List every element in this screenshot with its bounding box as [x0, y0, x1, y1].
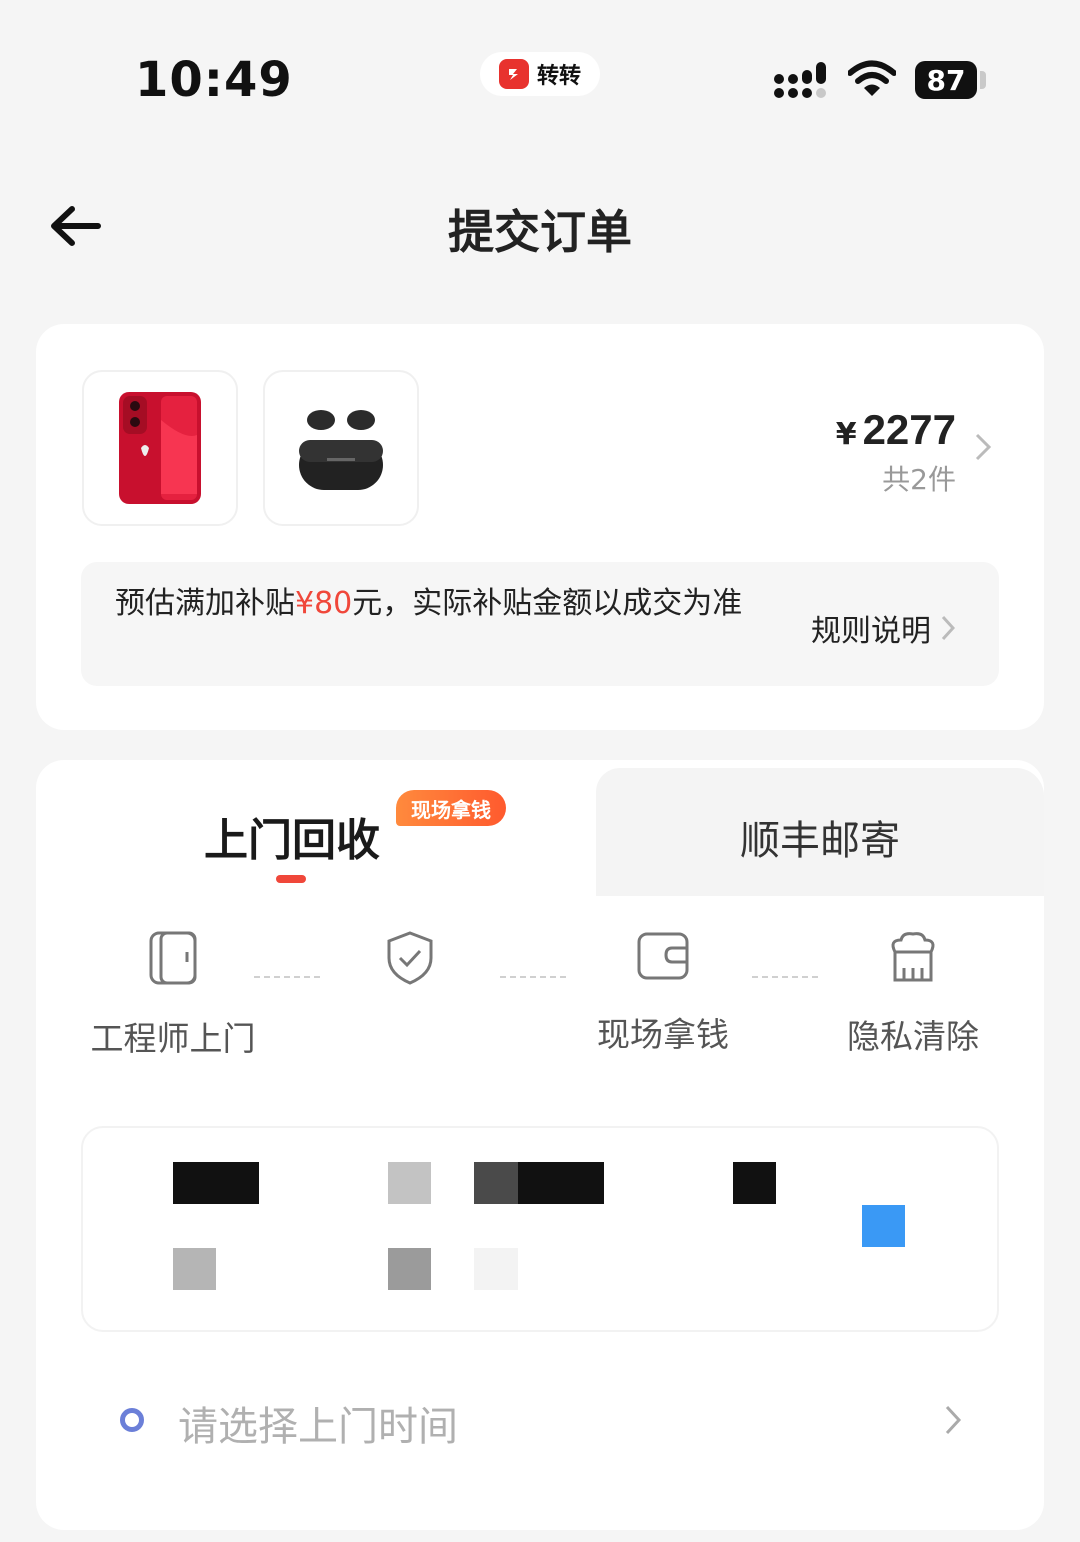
rule-explanation-link[interactable]: 规则说明 [811, 606, 955, 650]
service-steps: 工程师上门 现场拿钱 隐私清除 [36, 930, 1044, 1070]
step-instant-cash: 现场拿钱 [558, 930, 768, 1056]
tab-home-recycling[interactable]: 上门回收 [204, 804, 380, 868]
step-label: 现场拿钱 [597, 1015, 729, 1054]
redacted-block [388, 1248, 431, 1290]
cleaning-icon [891, 932, 935, 982]
battery-tip [980, 71, 986, 89]
time-dot-icon [120, 1408, 144, 1432]
subsidy-notice: 预估满加补贴¥80元，实际补贴金额以成交为准 规则说明 [81, 562, 999, 686]
tab-sf-express[interactable]: 顺丰邮寄 [596, 808, 1044, 866]
step-connector [500, 976, 566, 978]
address-section-redacted[interactable] [81, 1126, 999, 1332]
pickup-time-placeholder: 请选择上门时间 [178, 1404, 458, 1450]
redacted-block [388, 1162, 431, 1204]
redacted-block [733, 1162, 776, 1204]
currency-symbol: ¥ [835, 417, 857, 452]
app-indicator-pill[interactable]: 转转 [480, 52, 600, 96]
signal-icon [774, 62, 826, 98]
item-count: 共2件 [882, 463, 956, 496]
status-time: 10:49 [135, 52, 293, 108]
redacted-block [862, 1205, 905, 1247]
step-privacy-wipe: 隐私清除 [808, 930, 1018, 1058]
earbuds-icon [299, 410, 383, 490]
chevron-right-icon[interactable] [974, 432, 992, 462]
active-tab-indicator [276, 875, 306, 883]
chevron-right-icon [941, 615, 955, 641]
redacted-block [474, 1248, 518, 1290]
phone-image[interactable] [82, 370, 238, 526]
status-bar: 10:49 转转 87 [0, 0, 1080, 150]
chevron-right-icon [945, 1405, 962, 1435]
pickup-time-selector[interactable]: 请选择上门时间 [36, 1370, 1044, 1470]
shield-check-icon [387, 931, 433, 985]
redacted-block [474, 1162, 518, 1204]
zhuanzhuan-logo-icon [498, 59, 529, 89]
redacted-block [518, 1162, 604, 1204]
redacted-block [173, 1248, 216, 1290]
delivery-method-card: 上门回收 现场拿钱 顺丰邮寄 工程师上门 现场拿钱 隐私清除 请选择上门时间 [36, 760, 1044, 1530]
rule-link-label: 规则说明 [811, 614, 931, 649]
step-engineer-visit: 工程师上门 [68, 930, 278, 1060]
total-price: 2277 [862, 406, 956, 453]
phone-icon [149, 931, 197, 985]
phone-icon [119, 392, 201, 504]
app-name: 转转 [536, 64, 581, 89]
step-label: 工程师上门 [90, 1019, 256, 1058]
battery-icon: 87 [915, 61, 977, 99]
step-verify [305, 930, 515, 1012]
subsidy-text: 预估满加补贴¥80元，实际补贴金额以成交为准 [115, 586, 743, 621]
subsidy-amount: ¥80 [295, 586, 353, 621]
instant-cash-badge: 现场拿钱 [396, 790, 506, 826]
redacted-block [173, 1162, 259, 1204]
earbuds-image[interactable] [263, 370, 419, 526]
order-summary-card: ¥2277 共2件 预估满加补贴¥80元，实际补贴金额以成交为准 规则说明 [36, 324, 1044, 730]
price-summary[interactable]: ¥2277 共2件 [836, 406, 956, 498]
wifi-icon [848, 60, 896, 96]
wallet-icon [637, 932, 689, 980]
page-title: 提交订单 [448, 205, 632, 259]
step-label: 隐私清除 [847, 1017, 979, 1056]
